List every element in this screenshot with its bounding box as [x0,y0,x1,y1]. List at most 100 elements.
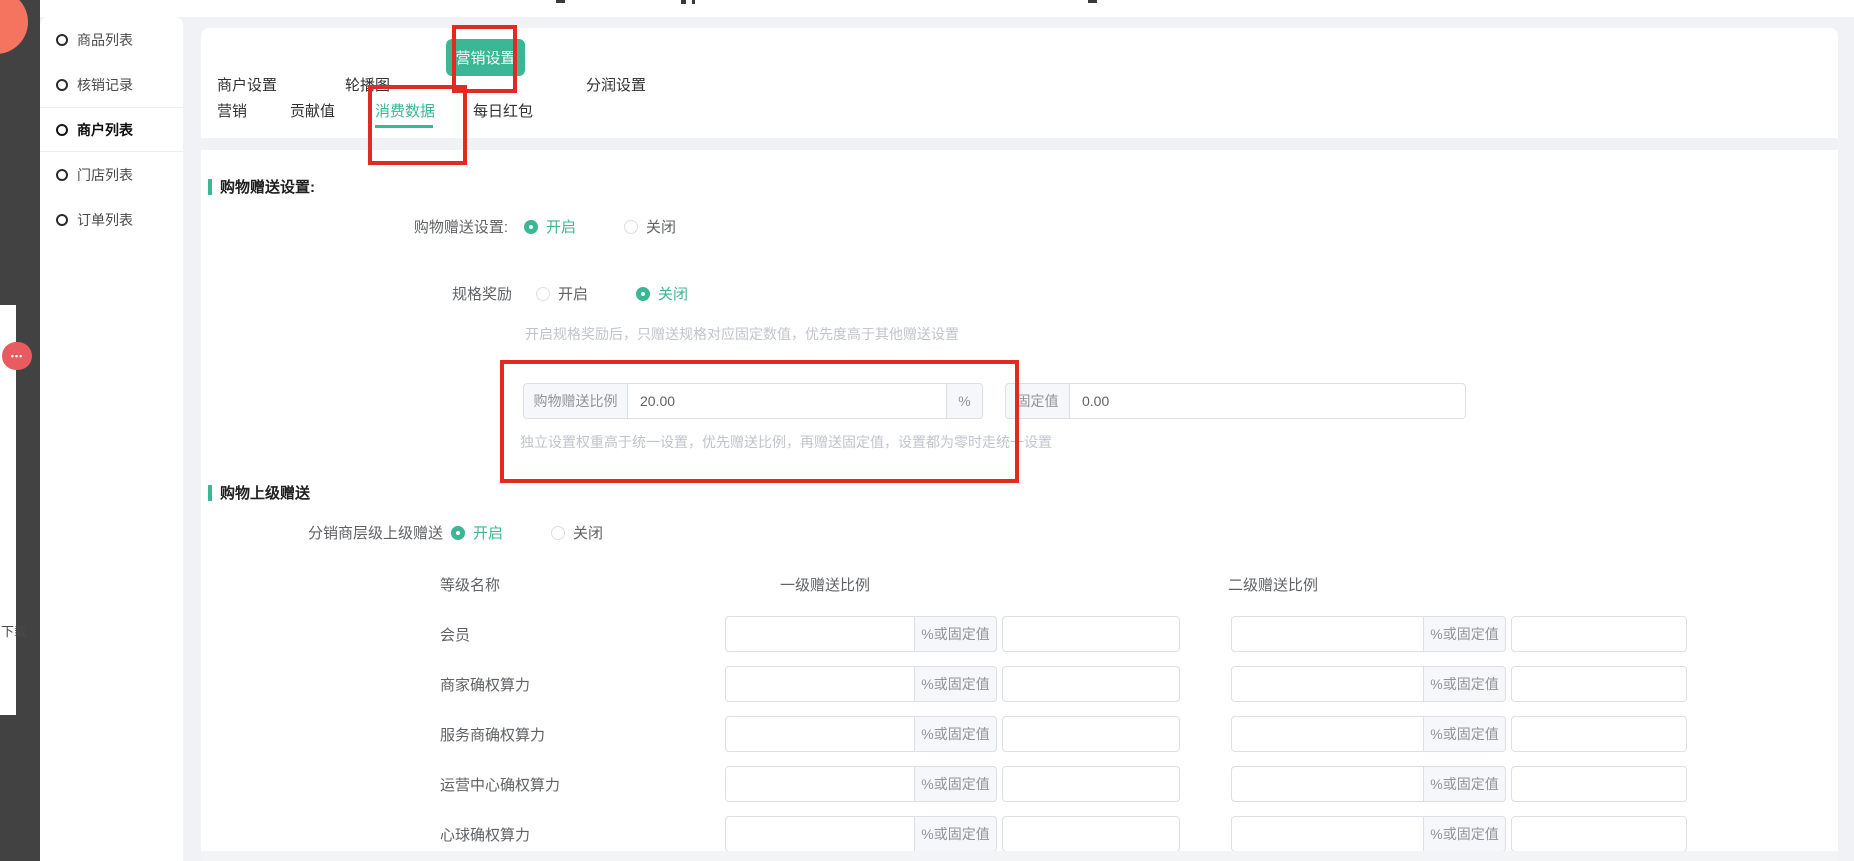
tab-profit-settings[interactable]: 分润设置 [586,74,646,95]
level1-ratio-input[interactable] [725,666,915,702]
level1-fixed-input[interactable] [1002,666,1180,702]
level2-ratio-group: %或固定值 [1231,816,1687,852]
sidebar-item-label: 核销记录 [77,75,133,95]
radio-upline-on[interactable] [451,526,465,540]
tab-merchant-settings[interactable]: 商户设置 [217,74,277,95]
bottom-scroll-band [201,851,1838,861]
truncated-text-fragment [556,0,565,3]
circle-bullet-icon [56,214,68,226]
subtab-marketing[interactable]: 营销 [217,100,247,121]
table-row-service-power: 服务商确权算力 %或固定值 %或固定值 [440,716,1687,752]
sidebar-item-merchant-list[interactable]: 商户列表 [40,107,183,152]
section-title: 购物上级赠送 [220,482,310,503]
level-name: 服务商确权算力 [440,724,725,745]
table-row-xinqiu-power: 心球确权算力 %或固定值 %或固定值 [440,816,1687,852]
level2-fixed-input[interactable] [1511,666,1687,702]
spec-reward-radio-row: 规格奖励 开启 关闭 [252,283,688,304]
shopping-gift-label: 购物赠送设置: [248,216,508,237]
consumption-settings-panel: 购物赠送设置: 购物赠送设置: 开启 关闭 规格奖励 开启 关闭 开启规格奖励后… [201,150,1838,861]
radio-spec-on-label[interactable]: 开启 [558,283,588,304]
section-shopping-gift: 购物赠送设置: [208,176,315,197]
chat-bubble-icon[interactable]: ••• [2,342,32,370]
subtab-consumption-data[interactable]: 消费数据 [375,100,435,121]
level2-fixed-input[interactable] [1511,816,1687,852]
radio-spec-off-label[interactable]: 关闭 [658,283,688,304]
level1-fixed-input[interactable] [1002,716,1180,752]
tab-marketing-settings[interactable]: 营销设置 [446,39,525,76]
unit-label: %或固定值 [1424,816,1506,852]
subtab-contribution[interactable]: 贡献值 [290,100,335,121]
sidebar-item-goods-list[interactable]: 商品列表 [40,17,183,62]
level2-ratio-group: %或固定值 [1231,616,1687,652]
radio-upline-off-label[interactable]: 关闭 [573,522,603,543]
level1-fixed-input[interactable] [1002,616,1180,652]
sidebar-item-label: 商品列表 [77,30,133,50]
radio-gift-on[interactable] [524,220,538,234]
unit-label: %或固定值 [915,816,997,852]
sidebar-item-store-list[interactable]: 门店列表 [40,152,183,197]
upline-label: 分销商层级上级赠送 [203,522,443,543]
radio-gift-off-label[interactable]: 关闭 [646,216,676,237]
level2-ratio-group: %或固定值 [1231,716,1687,752]
settings-tabs-card: 商户设置 轮播图 营销设置 分润设置 营销 贡献值 消费数据 每日红包 [201,28,1838,138]
level1-ratio-group: %或固定值 [725,816,1180,852]
fixed-value-prefix: 固定值 [1005,383,1069,419]
section-accent-bar [208,179,212,195]
level2-ratio-input[interactable] [1231,616,1424,652]
download-label[interactable]: 下载 [1,621,27,640]
circle-bullet-icon [56,34,68,46]
gift-ratio-input[interactable] [627,383,947,419]
unit-label: %或固定值 [915,766,997,802]
level1-ratio-group: %或固定值 [725,666,1180,702]
fixed-value-input-group: 固定值 [1005,383,1466,419]
fixed-value-input[interactable] [1069,383,1466,419]
radio-gift-on-label[interactable]: 开启 [546,216,576,237]
radio-upline-on-label[interactable]: 开启 [473,522,503,543]
section-accent-bar [208,485,212,501]
level1-fixed-input[interactable] [1002,816,1180,852]
table-row-opcenter-power: 运营中心确权算力 %或固定值 %或固定值 [440,766,1687,802]
level2-fixed-input[interactable] [1511,616,1687,652]
level2-ratio-group: %或固定值 [1231,666,1687,702]
upline-radio-row: 分销商层级上级赠送 开启 关闭 [203,522,603,543]
level2-fixed-input[interactable] [1511,766,1687,802]
level1-ratio-input[interactable] [725,616,915,652]
table-row-merchant-power: 商家确权算力 %或固定值 %或固定值 [440,666,1687,702]
sidebar-item-order-list[interactable]: 订单列表 [40,197,183,242]
radio-gift-off[interactable] [624,220,638,234]
shopping-gift-radio-row: 购物赠送设置: 开启 关闭 [248,216,676,237]
level2-ratio-input[interactable] [1231,666,1424,702]
gift-ratio-prefix: 购物赠送比例 [523,383,627,419]
level2-fixed-input[interactable] [1511,716,1687,752]
sidebar-item-verify-records[interactable]: 核销记录 [40,62,183,107]
tab-carousel[interactable]: 轮播图 [345,74,390,95]
unit-label: %或固定值 [1424,616,1506,652]
col-header-level-name: 等级名称 [440,574,500,595]
sidebar-menu: 商品列表 核销记录 商户列表 门店列表 订单列表 [40,17,183,861]
circle-bullet-icon [56,169,68,181]
truncated-text-fragment [681,0,686,4]
level2-ratio-input[interactable] [1231,766,1424,802]
level1-ratio-input[interactable] [725,766,915,802]
subtab-daily-redpacket[interactable]: 每日红包 [473,100,533,121]
section-title: 购物赠送设置: [220,176,315,197]
level2-ratio-input[interactable] [1231,716,1424,752]
truncated-text-fragment [692,0,695,4]
level1-ratio-input[interactable] [725,716,915,752]
level1-ratio-input[interactable] [725,816,915,852]
level1-ratio-group: %或固定值 [725,716,1180,752]
spec-reward-hint: 开启规格奖励后，只赠送规格对应固定数值，优先度高于其他赠送设置 [525,324,959,344]
sidebar-item-label: 商户列表 [77,120,133,140]
level2-ratio-input[interactable] [1231,816,1424,852]
unit-label: %或固定值 [915,666,997,702]
sidebar-item-label: 门店列表 [77,165,133,185]
col-header-level1-ratio: 一级赠送比例 [780,574,870,595]
radio-spec-off[interactable] [636,287,650,301]
truncated-text-fragment [1088,0,1097,3]
radio-upline-off[interactable] [551,526,565,540]
col-header-level2-ratio: 二级赠送比例 [1228,574,1318,595]
unit-label: %或固定值 [1424,766,1506,802]
radio-spec-on[interactable] [536,287,550,301]
level1-fixed-input[interactable] [1002,766,1180,802]
level1-ratio-group: %或固定值 [725,616,1180,652]
